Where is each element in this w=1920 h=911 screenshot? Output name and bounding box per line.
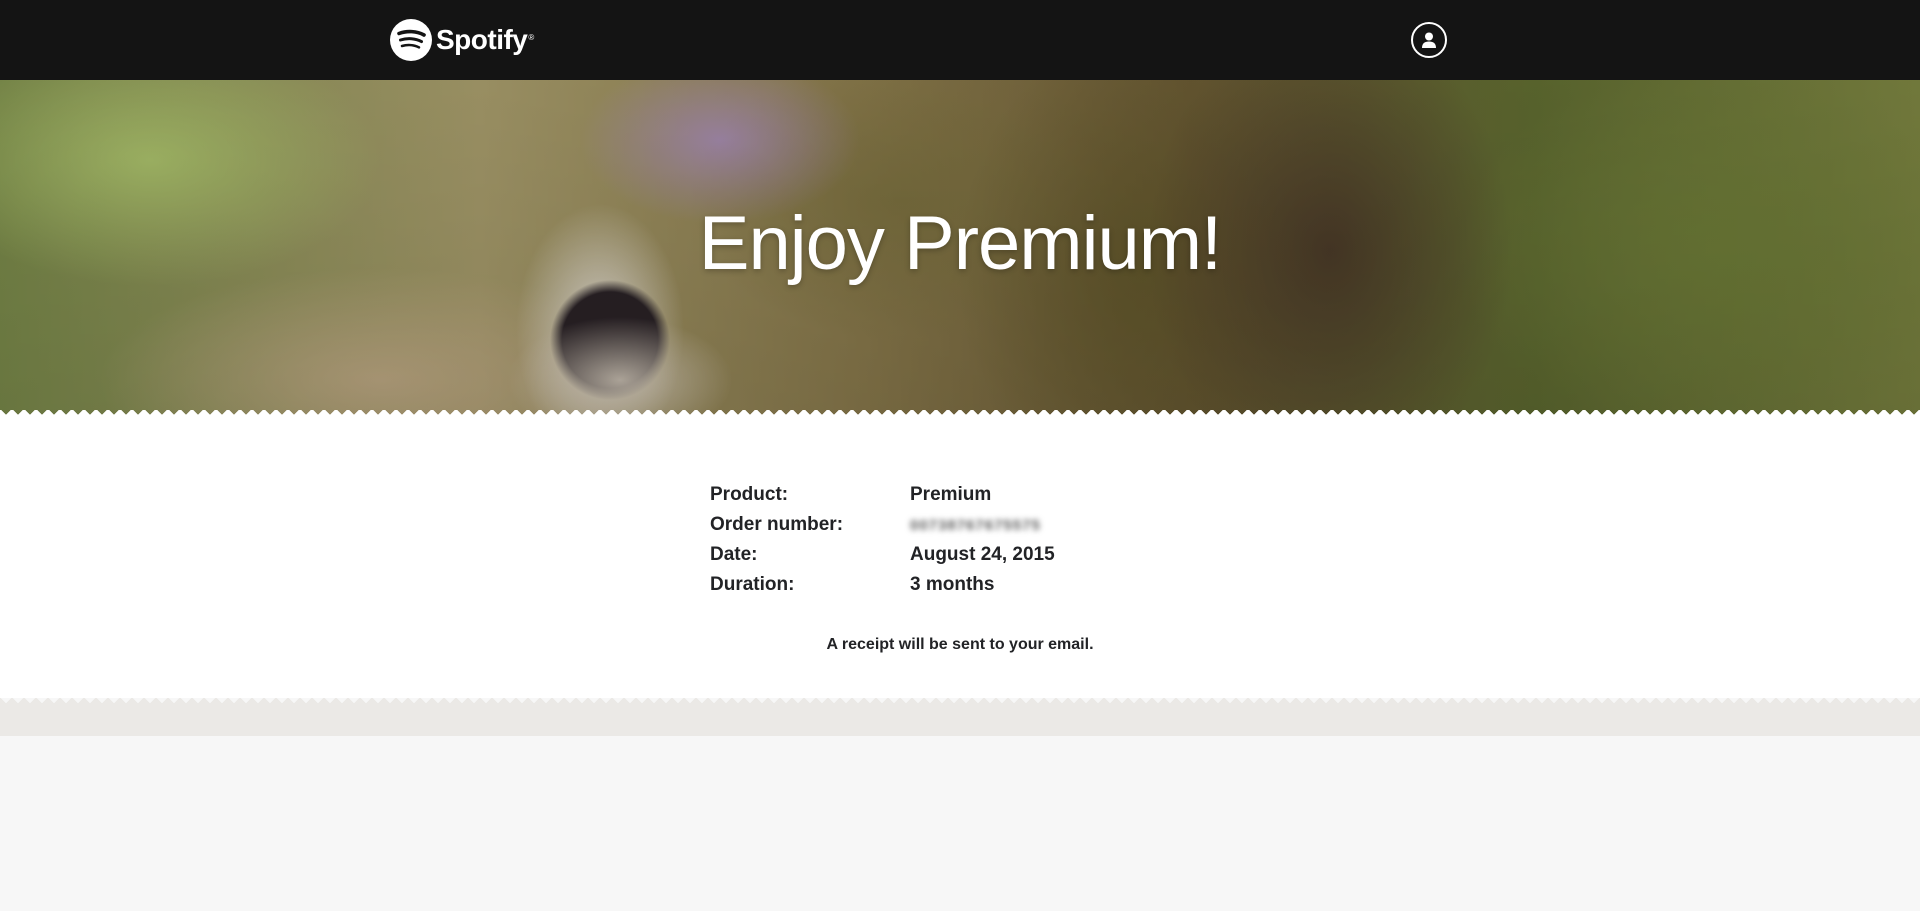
order-row-order-number: Order number: 00738767675575 bbox=[710, 510, 1210, 540]
order-row-product: Product: Premium bbox=[710, 480, 1210, 510]
order-number-label: Order number: bbox=[710, 514, 844, 535]
hero-banner: Enjoy Premium! bbox=[0, 80, 1920, 420]
duration-value: 3 months bbox=[910, 574, 995, 595]
order-row-date: Date: August 24, 2015 bbox=[710, 540, 1210, 570]
user-account-icon bbox=[1422, 32, 1436, 48]
zigzag-divider-bottom bbox=[0, 698, 1920, 708]
registered-mark: ® bbox=[528, 32, 535, 42]
zigzag-divider-top bbox=[0, 410, 1920, 420]
order-row-duration: Duration: 3 months bbox=[710, 570, 1210, 600]
spotify-logo-icon bbox=[390, 19, 432, 61]
duration-label: Duration: bbox=[710, 574, 795, 595]
product-value: Premium bbox=[910, 484, 992, 505]
receipt-note: A receipt will be sent to your email. bbox=[826, 636, 1094, 653]
order-confirmation-panel: Product: Premium Order number: 007387676… bbox=[0, 420, 1920, 698]
spotify-brand-name: Spotify bbox=[436, 24, 528, 55]
product-label: Product: bbox=[710, 484, 789, 505]
order-details: Product: Premium Order number: 007387676… bbox=[710, 480, 1210, 600]
date-label: Date: bbox=[710, 544, 758, 565]
page-footer-area bbox=[0, 736, 1920, 911]
grey-band bbox=[0, 708, 1920, 736]
user-account-button[interactable] bbox=[1411, 22, 1447, 58]
order-number-value: 00738767675575 bbox=[910, 516, 1041, 534]
top-navigation-bar: Spotify ® bbox=[0, 0, 1920, 80]
hero-title: Enjoy Premium! bbox=[698, 201, 1222, 286]
spotify-logo-link[interactable]: Spotify ® bbox=[390, 18, 534, 62]
date-value: August 24, 2015 bbox=[910, 544, 1055, 565]
